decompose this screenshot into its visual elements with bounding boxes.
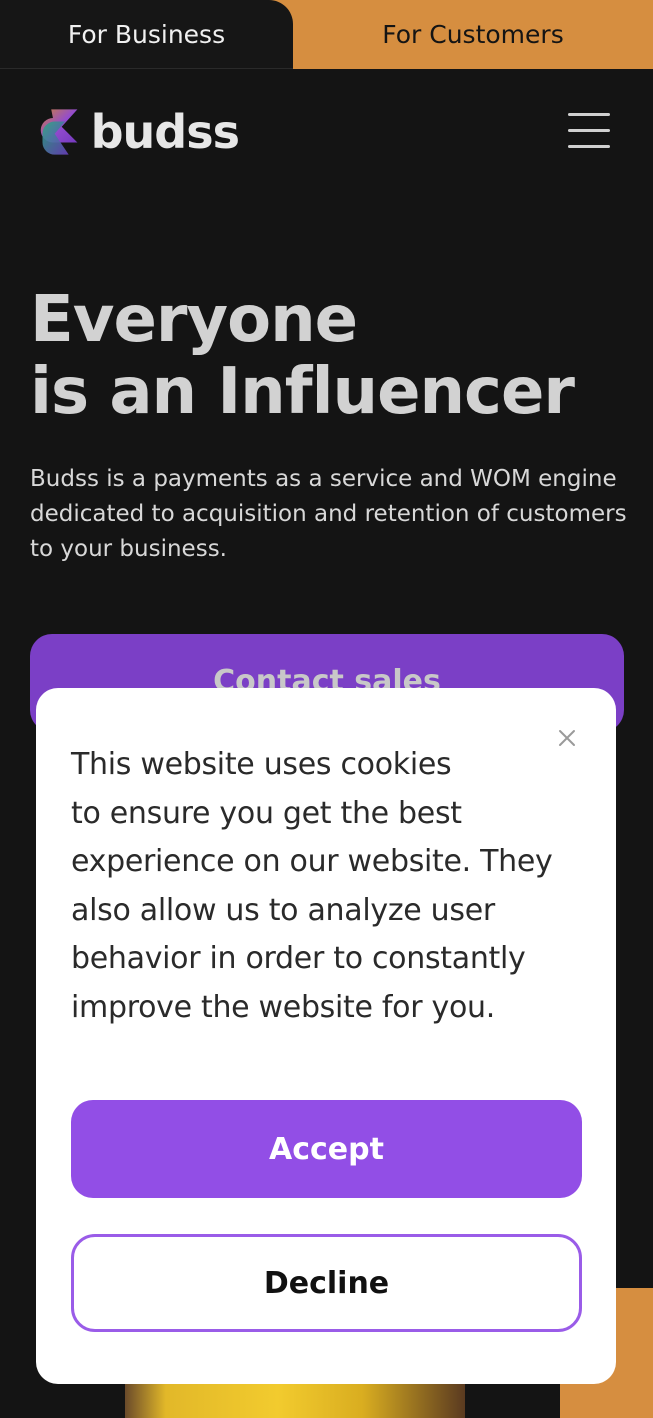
hero-description: Budss is a payments as a service and WOM… bbox=[30, 466, 627, 562]
cookie-message-line: improve the website for you. bbox=[71, 989, 495, 1025]
hero-title: Everyone is an Influencer bbox=[30, 284, 630, 428]
logo-wordmark: budss bbox=[90, 105, 240, 159]
tab-for-business[interactable]: For Business bbox=[0, 0, 293, 69]
hamburger-menu-icon[interactable] bbox=[566, 110, 612, 150]
cookie-message-line: experience on our website. They bbox=[71, 844, 553, 879]
hero-title-line-1: Everyone bbox=[30, 283, 358, 357]
cookie-message-line: to ensure you get the best bbox=[71, 795, 462, 831]
cookie-message-line: also allow us to analyze user bbox=[71, 892, 495, 928]
accept-cookies-button[interactable]: Accept bbox=[71, 1100, 582, 1198]
cookie-message-line: behavior in order to constantly bbox=[71, 941, 526, 976]
cookie-message: This website uses cookies to ensure you … bbox=[71, 741, 591, 1032]
audience-tabs: For Business For Customers bbox=[0, 0, 653, 69]
hero-title-line-2: is an Influencer bbox=[30, 355, 575, 429]
budss-logo[interactable]: budss bbox=[39, 104, 240, 160]
cookie-message-line: This website uses cookies bbox=[71, 747, 452, 782]
tab-for-customers[interactable]: For Customers bbox=[293, 0, 653, 69]
decline-cookies-button[interactable]: Decline bbox=[71, 1234, 582, 1332]
budss-logo-mark-icon bbox=[40, 109, 78, 155]
